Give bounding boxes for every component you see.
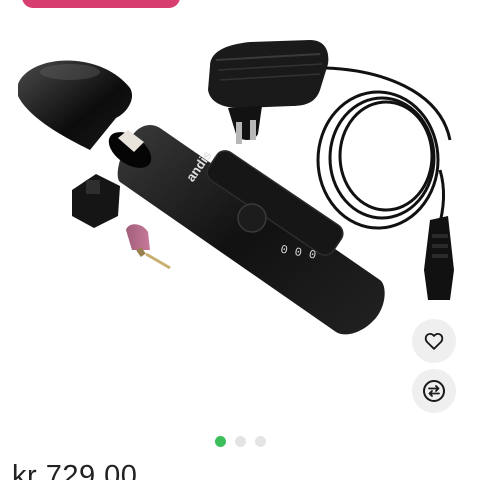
wishlist-button[interactable] — [412, 319, 456, 363]
sanding-bit — [126, 224, 171, 270]
gallery-dot-2[interactable] — [234, 436, 246, 447]
compare-button[interactable] — [412, 369, 456, 413]
power-cable — [316, 66, 452, 231]
gallery-dot-1[interactable] — [214, 436, 226, 447]
heart-icon — [424, 332, 444, 350]
gallery-dot-3[interactable] — [254, 436, 266, 447]
cable-plug — [424, 216, 454, 300]
promo-badge — [22, 0, 180, 8]
product-price: kr 729,00 — [12, 460, 138, 480]
collar-part — [72, 174, 120, 228]
gallery-pagination — [0, 436, 480, 448]
compare-arrows-icon — [423, 380, 445, 402]
product-image[interactable]: andis 0 0 0 — [0, 10, 480, 430]
power-adapter — [208, 40, 329, 144]
